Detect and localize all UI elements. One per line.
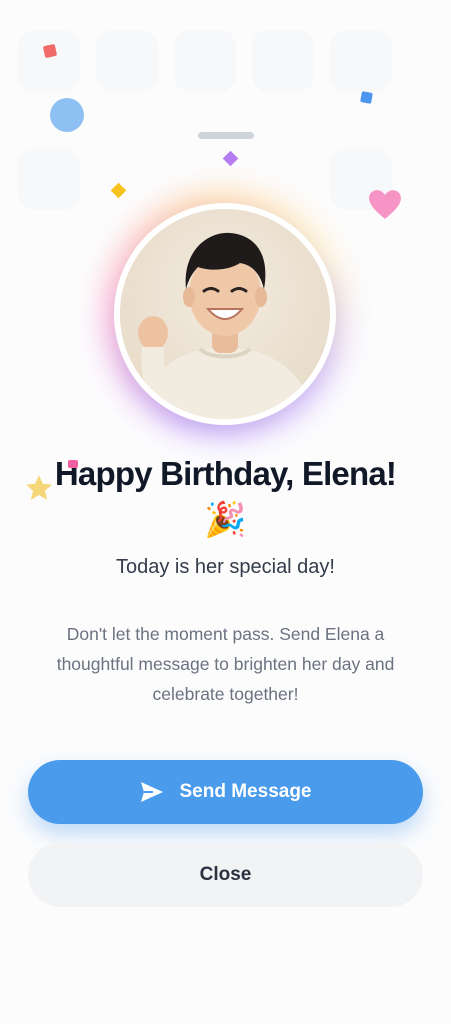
birthday-screen: Happy Birthday, Elena! 🎉 Today is her sp… <box>0 0 451 1024</box>
send-message-button[interactable]: Send Message <box>28 760 423 824</box>
background-tile <box>252 30 314 92</box>
background-tile <box>330 30 392 92</box>
dialog-title: Happy Birthday, Elena! <box>54 455 397 492</box>
sheet-drag-handle[interactable] <box>198 132 254 139</box>
avatar-photo <box>120 209 330 419</box>
avatar <box>120 209 330 419</box>
confetti-piece <box>360 91 373 104</box>
background-tile <box>18 30 80 92</box>
confetti-piece <box>68 460 78 468</box>
heart-icon <box>369 190 401 219</box>
dialog-subtitle: Today is her special day! <box>115 556 335 578</box>
confetti-piece <box>222 150 239 167</box>
dialog-message: Don't let the moment pass. Send Elena a … <box>56 624 395 704</box>
background-tile <box>18 148 80 210</box>
close-button[interactable]: Close <box>28 843 423 907</box>
send-message-label: Send Message <box>179 781 312 802</box>
confetti-piece <box>50 98 84 132</box>
send-icon <box>140 782 163 802</box>
background-tile <box>174 30 236 92</box>
confetti-piece <box>42 43 58 59</box>
confetti-piece <box>110 182 127 199</box>
close-label: Close <box>199 864 252 885</box>
party-popper-icon: 🎉 <box>204 501 247 539</box>
background-tile <box>96 30 158 92</box>
